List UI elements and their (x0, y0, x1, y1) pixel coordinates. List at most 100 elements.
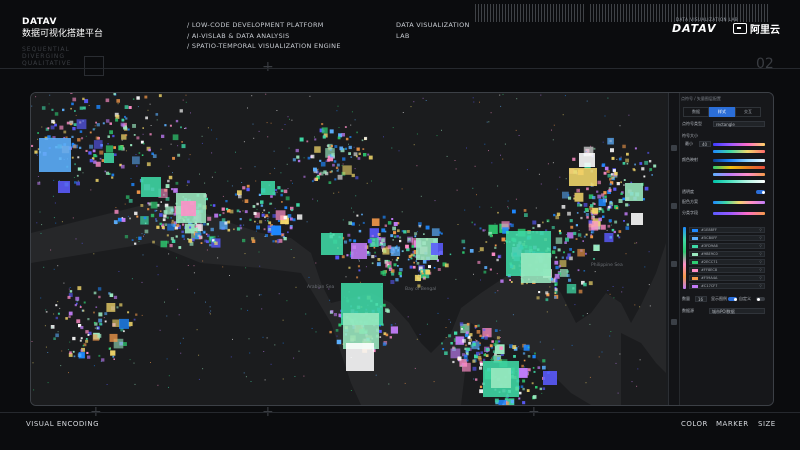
map-marker[interactable] (155, 218, 157, 220)
map-marker[interactable] (291, 209, 294, 212)
map-marker[interactable] (166, 240, 169, 244)
map-marker[interactable] (118, 145, 124, 151)
map-marker[interactable] (442, 348, 445, 350)
map-marker[interactable] (88, 151, 92, 155)
map-marker[interactable] (348, 266, 351, 269)
map-marker[interactable] (274, 188, 278, 192)
map-marker[interactable] (393, 231, 397, 235)
map-marker[interactable] (497, 254, 502, 259)
map-marker[interactable] (444, 263, 449, 268)
map-marker[interactable] (65, 317, 68, 320)
map-marker[interactable] (72, 350, 75, 353)
map-marker[interactable] (323, 170, 327, 174)
map-marker[interactable] (391, 218, 394, 220)
map-marker[interactable] (461, 239, 466, 244)
map-marker[interactable] (115, 114, 120, 119)
map-marker[interactable] (414, 232, 418, 236)
map-marker[interactable] (54, 112, 59, 116)
map-marker[interactable] (178, 246, 182, 249)
eyedropper-icon[interactable]: ⚲ (759, 260, 762, 265)
map-marker[interactable] (494, 398, 499, 403)
map-marker[interactable] (227, 220, 231, 224)
map-marker[interactable] (643, 175, 646, 178)
map-marker[interactable] (393, 222, 398, 226)
style-icon[interactable] (671, 203, 677, 209)
map-marker[interactable] (569, 248, 572, 251)
map-marker[interactable] (593, 203, 596, 205)
map-marker[interactable] (175, 119, 179, 123)
map-marker[interactable] (127, 311, 130, 314)
map-marker[interactable] (77, 156, 80, 159)
map-marker[interactable] (510, 400, 514, 404)
map-marker[interactable] (200, 242, 203, 244)
map-marker[interactable] (499, 346, 503, 350)
map-marker[interactable] (448, 334, 452, 338)
map-marker[interactable] (573, 231, 577, 236)
map-marker[interactable] (172, 134, 179, 141)
map-marker[interactable] (200, 236, 203, 239)
map-marker[interactable] (521, 364, 524, 368)
map-marker[interactable] (491, 252, 496, 257)
map-marker[interactable] (382, 342, 387, 346)
map-marker[interactable] (526, 389, 530, 392)
map-marker[interactable] (184, 127, 187, 129)
map-marker[interactable] (379, 336, 382, 338)
map-marker[interactable] (399, 275, 402, 278)
map-marker[interactable] (176, 223, 180, 227)
map-marker[interactable] (131, 183, 135, 187)
map-marker[interactable] (535, 386, 538, 389)
map-marker[interactable] (462, 251, 465, 254)
map-marker[interactable] (150, 201, 158, 209)
map-marker[interactable] (613, 187, 617, 191)
map-marker[interactable] (136, 136, 140, 140)
map-marker[interactable] (482, 229, 485, 232)
map-marker[interactable] (554, 260, 559, 265)
map-marker[interactable] (87, 318, 90, 321)
map-marker[interactable] (533, 370, 536, 373)
map-marker[interactable] (479, 342, 481, 345)
map-marker[interactable] (74, 110, 76, 112)
map-marker[interactable] (335, 329, 339, 332)
map-marker[interactable] (270, 195, 273, 198)
map-marker[interactable] (614, 220, 618, 224)
map-marker[interactable] (348, 145, 352, 150)
map-marker[interactable] (207, 216, 212, 221)
map-marker[interactable] (607, 208, 610, 211)
map-marker[interactable] (136, 165, 138, 167)
map-marker[interactable] (418, 224, 422, 228)
map-marker[interactable] (112, 134, 115, 138)
map-marker[interactable] (93, 160, 97, 164)
map-marker[interactable] (477, 260, 481, 264)
map-marker[interactable] (554, 273, 560, 279)
map-marker[interactable] (121, 123, 125, 128)
map-marker[interactable] (590, 235, 594, 239)
map-marker[interactable] (399, 268, 403, 272)
map-marker[interactable] (567, 194, 570, 196)
map-marker[interactable] (155, 113, 159, 116)
map-marker[interactable] (391, 272, 395, 276)
map-marker[interactable] (610, 173, 614, 176)
map-marker[interactable] (128, 199, 133, 203)
map-marker[interactable] (204, 239, 208, 243)
map-marker[interactable] (144, 95, 148, 99)
map-marker[interactable] (113, 93, 116, 96)
map-marker[interactable] (212, 204, 216, 207)
map-marker[interactable] (523, 359, 526, 362)
map-marker[interactable] (532, 395, 537, 399)
map-marker[interactable] (155, 220, 158, 222)
map-marker-large[interactable] (104, 153, 114, 163)
map-marker[interactable] (158, 94, 162, 98)
map-marker[interactable] (384, 224, 387, 227)
map-marker[interactable] (601, 163, 606, 167)
map-marker[interactable] (97, 333, 102, 338)
map-marker[interactable] (586, 187, 589, 191)
map-marker[interactable] (588, 281, 593, 286)
map-marker[interactable] (98, 318, 103, 323)
tab-style[interactable]: 样式 (709, 107, 735, 117)
map-marker[interactable] (479, 389, 483, 394)
eyedropper-icon[interactable]: ⚲ (759, 244, 762, 249)
map-marker[interactable] (80, 326, 84, 330)
map-marker[interactable] (474, 327, 477, 329)
map-marker[interactable] (388, 260, 390, 262)
map-marker[interactable] (127, 128, 130, 131)
